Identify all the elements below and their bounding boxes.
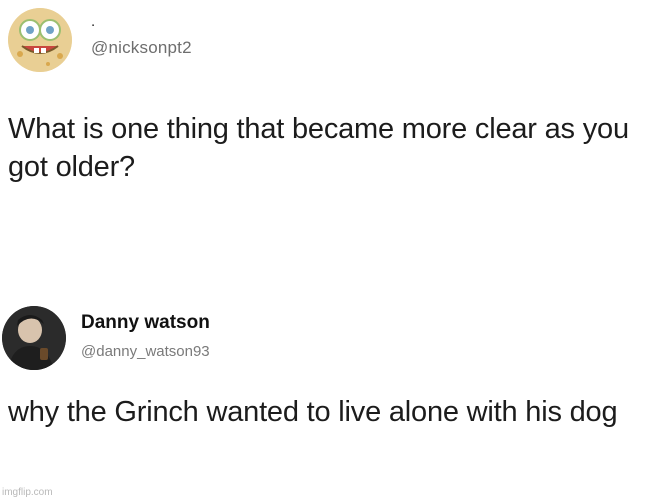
tweet-text: What is one thing that became more clear… — [8, 113, 629, 183]
display-name: . — [91, 13, 96, 30]
tweet-original: . @nicksonpt2 What is one thing that bec… — [0, 0, 665, 250]
username-handle[interactable]: @danny_watson93 — [81, 343, 210, 360]
username-handle[interactable]: @nicksonpt2 — [91, 38, 192, 58]
person-avatar-icon — [2, 306, 66, 370]
tweet-reply: Danny watson @danny_watson93 why the Gri… — [0, 290, 665, 500]
tweet-text: why the Grinch wanted to live alone with… — [8, 396, 618, 428]
display-name[interactable]: Danny watson — [81, 312, 210, 334]
spongebob-avatar-icon — [8, 8, 72, 72]
watermark: imgflip.com — [2, 487, 53, 498]
avatar[interactable] — [2, 306, 66, 370]
avatar[interactable] — [8, 8, 72, 72]
